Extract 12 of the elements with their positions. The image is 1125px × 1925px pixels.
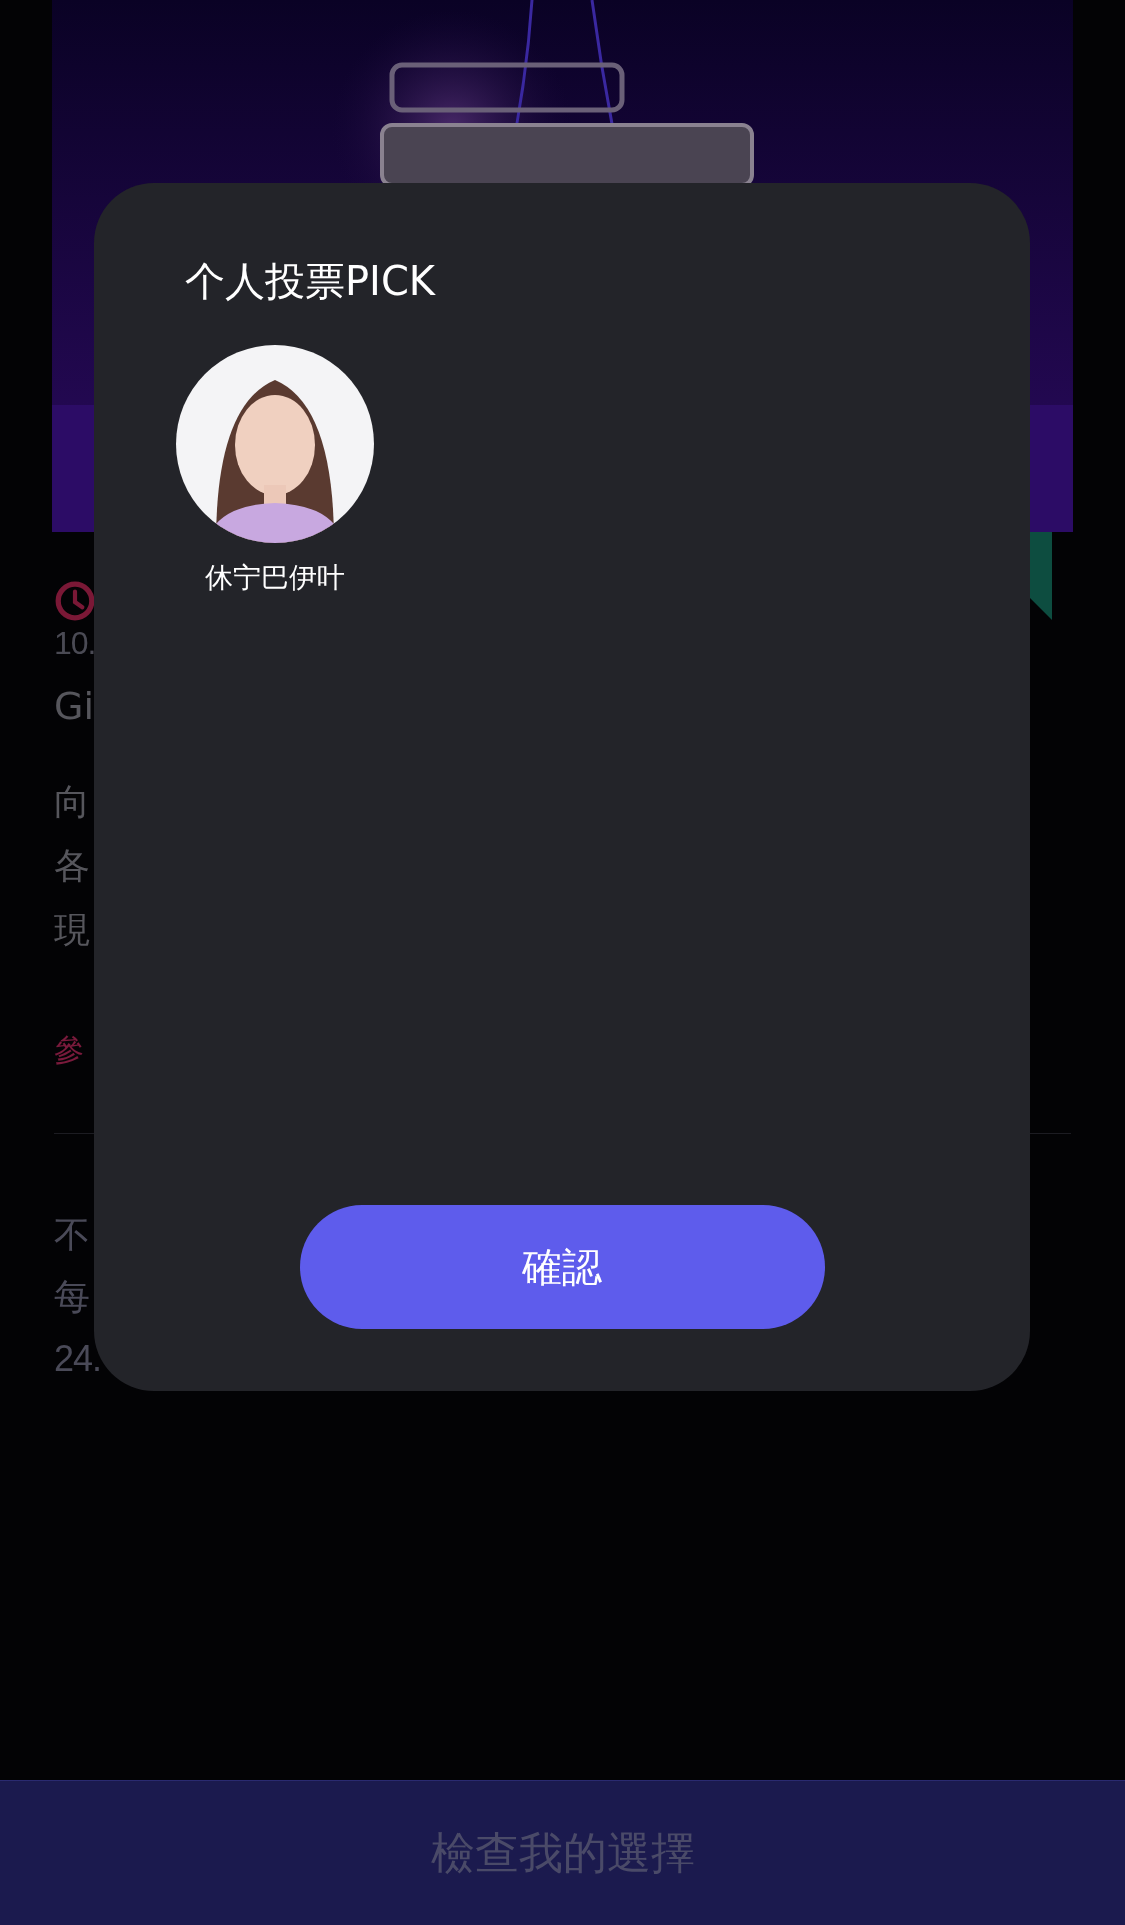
note-text: 每 bbox=[54, 1275, 89, 1319]
note-text: 24. bbox=[54, 1337, 102, 1381]
clock-icon bbox=[54, 580, 96, 622]
note-text: 不 bbox=[54, 1213, 89, 1257]
event-title: Gi bbox=[54, 684, 95, 730]
confirm-button[interactable]: 確認 bbox=[299, 1205, 825, 1329]
trainee-name: 休宁巴伊叶 bbox=[205, 560, 345, 596]
description-text: 現 bbox=[54, 908, 90, 952]
description-text: 向 bbox=[54, 780, 90, 824]
date-text: 10. bbox=[54, 624, 97, 663]
link-text[interactable]: 參 bbox=[54, 1030, 84, 1071]
description-text: 各 bbox=[54, 844, 90, 888]
